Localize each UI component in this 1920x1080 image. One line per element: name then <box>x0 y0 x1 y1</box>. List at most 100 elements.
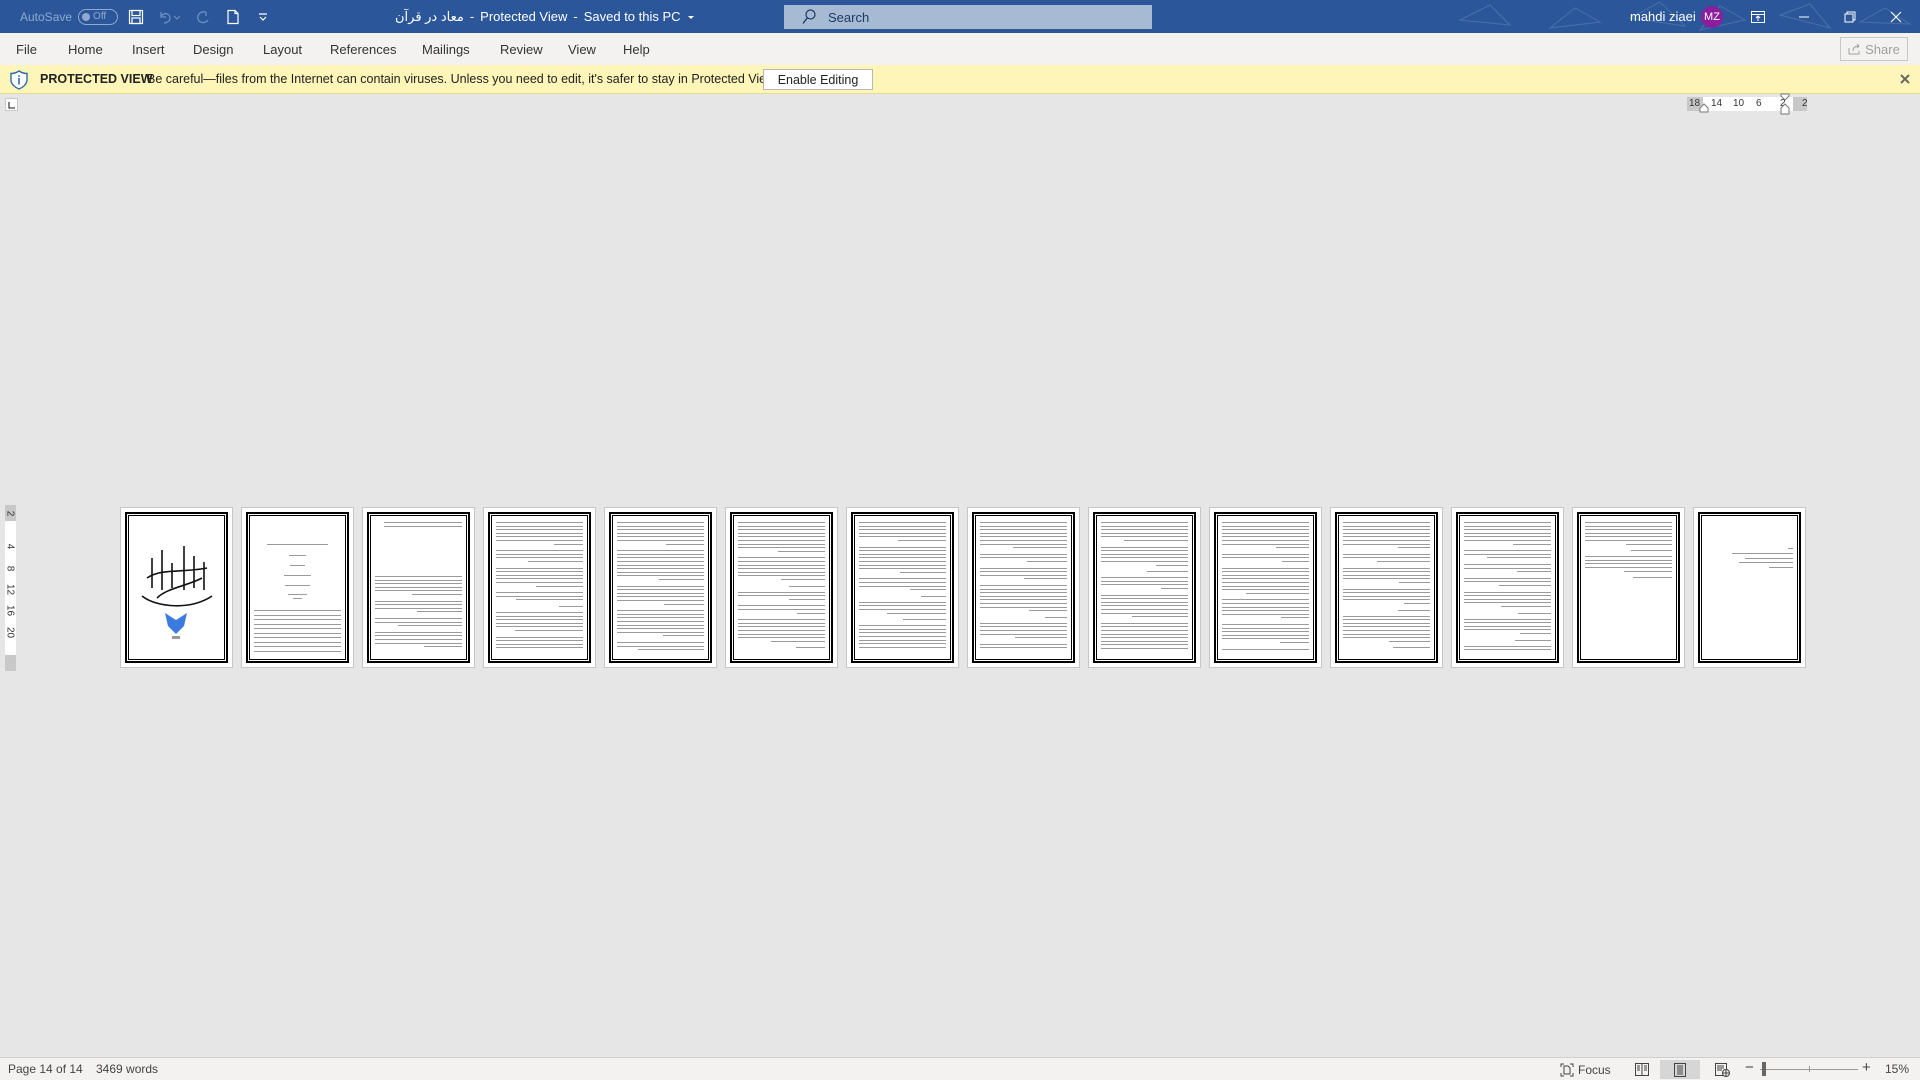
tab-help[interactable]: Help <box>623 33 650 65</box>
text-line <box>254 614 341 616</box>
text-line <box>617 536 704 538</box>
read-mode-button[interactable] <box>1630 1060 1654 1079</box>
text-line <box>617 553 704 555</box>
text-line <box>288 555 307 556</box>
minimize-button[interactable] <box>1781 0 1827 33</box>
text-line <box>617 522 704 523</box>
text-line <box>1026 561 1067 562</box>
text-line <box>1464 540 1551 541</box>
page-indicator[interactable]: Page 14 of 14 <box>8 1062 83 1076</box>
tab-mailings[interactable]: Mailings <box>422 33 470 65</box>
text-line <box>375 642 462 644</box>
page-thumbnail[interactable] <box>1451 507 1564 668</box>
text-line <box>1146 571 1188 573</box>
page-thumbnail[interactable] <box>1088 507 1201 668</box>
ribbon-display-options-button[interactable] <box>1735 0 1781 33</box>
new-document-button[interactable] <box>222 6 244 28</box>
text-line <box>1222 603 1309 604</box>
text-line <box>1343 615 1430 617</box>
text-line <box>1585 567 1672 568</box>
web-layout-button[interactable] <box>1710 1060 1734 1079</box>
text-line <box>1343 571 1430 573</box>
tab-view[interactable]: View <box>568 33 596 65</box>
text-line <box>781 579 825 580</box>
word-count[interactable]: 3469 words <box>96 1062 158 1076</box>
zoom-slider-thumb[interactable] <box>1762 1062 1766 1076</box>
text-line <box>1101 580 1188 582</box>
text-line <box>859 532 946 534</box>
text-line <box>617 540 704 541</box>
redo-button[interactable] <box>192 6 214 28</box>
zoom-in-button[interactable]: + <box>1862 1059 1871 1076</box>
zoom-out-button[interactable]: − <box>1745 1059 1754 1076</box>
page-content <box>980 520 1067 653</box>
tab-layout[interactable]: Layout <box>263 33 302 65</box>
text-line <box>1392 647 1430 649</box>
user-name[interactable]: mahdi ziaei <box>1630 0 1696 33</box>
text-line <box>375 635 462 637</box>
ruler-tick: 10 <box>1733 98 1745 109</box>
tab-home[interactable]: Home <box>68 33 103 65</box>
text-line <box>1464 625 1551 627</box>
page-thumbnail[interactable] <box>1572 507 1685 668</box>
tab-references[interactable]: References <box>330 33 396 65</box>
tab-file[interactable]: File <box>16 33 37 65</box>
vertical-ruler[interactable]: 2 4 8 12 16 20 <box>5 505 16 671</box>
page-thumbnail[interactable] <box>967 507 1080 668</box>
text-line <box>980 599 1067 601</box>
page-content <box>375 520 462 653</box>
text-line <box>1343 622 1430 624</box>
avatar[interactable]: MZ <box>1701 6 1723 28</box>
page-thumbnail[interactable] <box>362 507 475 668</box>
tab-review[interactable]: Review <box>500 33 543 65</box>
tab-insert[interactable]: Insert <box>132 33 165 65</box>
text-line <box>1585 529 1672 531</box>
autosave-switch[interactable]: Off <box>78 8 119 25</box>
page-thumbnail[interactable] <box>483 507 596 668</box>
text-line <box>617 550 704 552</box>
page-thumbnail[interactable] <box>1693 507 1806 668</box>
indent-marker-icon[interactable] <box>1699 103 1709 113</box>
close-window-button[interactable] <box>1873 0 1919 33</box>
page-thumbnail[interactable] <box>1330 507 1443 668</box>
page-thumbnail[interactable] <box>120 507 233 668</box>
text-line <box>1397 547 1430 549</box>
save-button[interactable] <box>125 6 147 28</box>
text-line <box>859 625 946 627</box>
page-content <box>738 520 825 653</box>
page-thumbnail[interactable] <box>241 507 354 668</box>
text-line <box>859 646 946 648</box>
zoom-level[interactable]: 15% <box>1885 1062 1909 1076</box>
document-title[interactable]: معاد در قرآن - Protected View - Saved to… <box>395 0 695 33</box>
undo-dropdown[interactable] <box>170 6 184 28</box>
text-line <box>738 575 825 577</box>
page-thumbnail[interactable] <box>1209 507 1322 668</box>
search-input[interactable]: Search <box>784 5 1152 29</box>
text-line <box>1585 525 1672 527</box>
focus-mode-button[interactable]: Focus <box>1560 1060 1611 1079</box>
text-line <box>1101 522 1188 523</box>
hanging-indent-marker-icon[interactable] <box>1780 93 1790 115</box>
tab-stop-selector[interactable] <box>5 98 18 111</box>
enable-editing-button[interactable]: Enable Editing <box>763 69 873 90</box>
text-line <box>1222 599 1309 601</box>
page-thumbnail[interactable] <box>604 507 717 668</box>
text-line <box>859 636 946 637</box>
share-button[interactable]: Share <box>1840 37 1908 61</box>
text-line <box>1343 630 1430 631</box>
print-layout-button[interactable] <box>1660 1060 1700 1079</box>
autosave-toggle[interactable]: AutoSave Off <box>20 0 119 33</box>
text-line <box>515 630 583 631</box>
tab-design[interactable]: Design <box>193 33 233 65</box>
horizontal-ruler[interactable]: 18 14 10 6 2 2 <box>1687 93 1808 115</box>
page-thumbnail[interactable] <box>725 507 838 668</box>
close-icon[interactable] <box>1897 71 1913 87</box>
page-thumbnail[interactable] <box>846 507 959 668</box>
restore-button[interactable] <box>1827 0 1873 33</box>
text-line <box>617 642 704 643</box>
text-line <box>1280 642 1309 643</box>
text-line <box>496 532 583 534</box>
text-line <box>617 529 704 531</box>
customize-quick-access-button[interactable] <box>252 6 274 28</box>
text-line <box>496 595 583 597</box>
